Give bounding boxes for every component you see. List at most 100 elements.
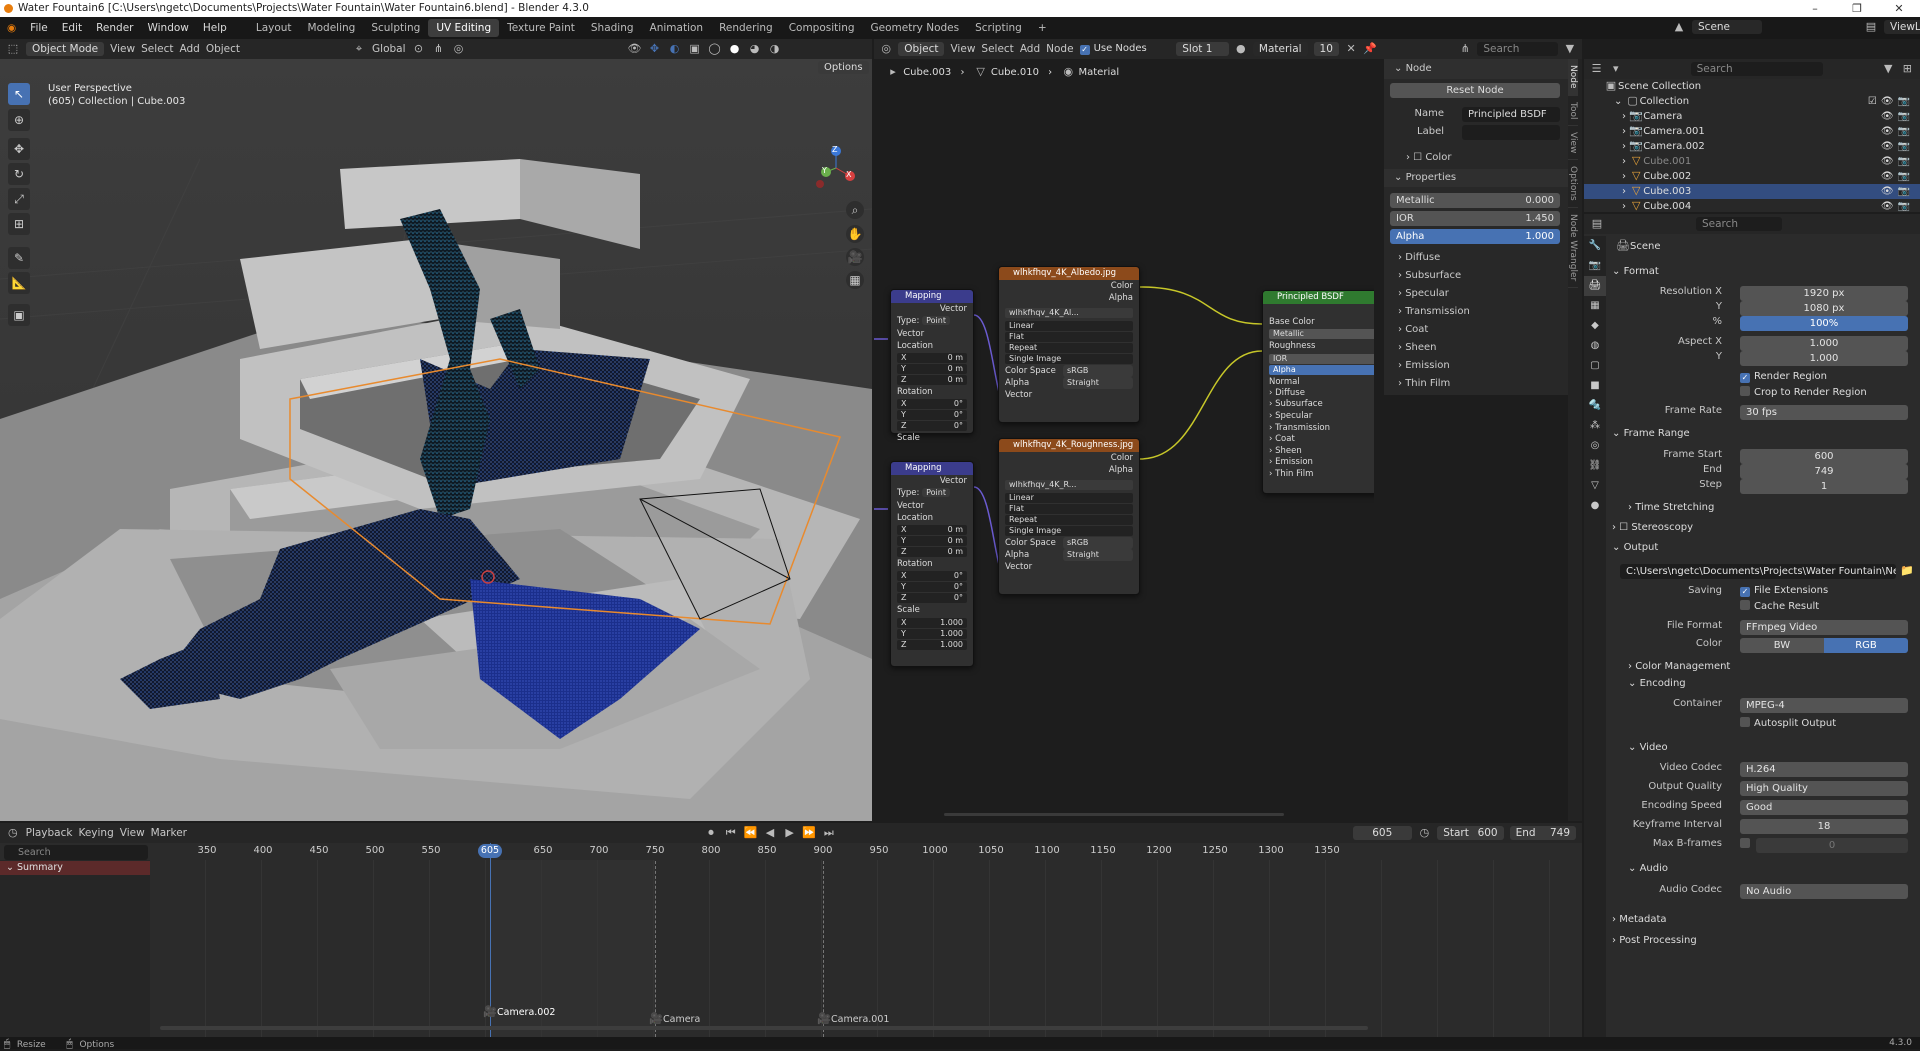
timeline-editor-icon[interactable]: ◷ <box>6 826 20 840</box>
color-management-panel[interactable]: › Color Management <box>1628 658 1730 676</box>
color-space-dropdown[interactable]: sRGB <box>1063 364 1133 377</box>
post-processing-panel[interactable]: › Post Processing <box>1612 932 1697 950</box>
frame-end-field[interactable]: 749 <box>1740 464 1908 479</box>
start-frame-field[interactable]: Start 600 <box>1437 826 1504 840</box>
menu-edit[interactable]: Edit <box>55 22 89 34</box>
mapping-type-dropdown[interactable]: Point <box>922 488 950 498</box>
cursor-tool-icon[interactable]: ⊕ <box>8 109 30 131</box>
zoom-icon[interactable]: ⌕ <box>846 201 864 219</box>
timeline-menu-playback[interactable]: Playback <box>26 827 73 839</box>
outliner-item[interactable]: › ▽ Cube.003 👁📷 <box>1584 184 1920 199</box>
mapping-scale-z[interactable]: Z 1.000 <box>897 639 967 650</box>
time-stretching-panel[interactable]: › Time Stretching <box>1628 499 1714 517</box>
mapping-loc-y[interactable]: Y0 m <box>897 536 967 547</box>
tab-options[interactable]: Options <box>1568 160 1578 209</box>
output-quality-dropdown[interactable]: High Quality <box>1740 781 1908 796</box>
extension-dropdown[interactable]: Repeat <box>1005 342 1133 353</box>
viewport-menu-add[interactable]: Add <box>179 43 199 55</box>
color-bw-button[interactable]: BW <box>1740 638 1824 653</box>
mapping-node-title[interactable]: Mapping <box>891 290 973 303</box>
add-workspace-button[interactable]: + <box>1030 19 1055 37</box>
mapping-loc-x[interactable]: X0 m <box>897 353 967 364</box>
scene-tab-icon[interactable]: ◆ <box>1584 316 1606 336</box>
menu-file[interactable]: File <box>23 22 55 34</box>
ior-field[interactable]: IOR 1.450 <box>1390 211 1560 226</box>
jump-end-icon[interactable]: ⏭ <box>822 826 836 840</box>
pin-icon[interactable]: 📌 <box>1363 42 1377 56</box>
marker-camera-001[interactable]: 🎥Camera.001 <box>817 1012 889 1026</box>
color-rgb-button[interactable]: RGB <box>1824 638 1908 653</box>
extension-dropdown[interactable]: Repeat <box>1005 514 1133 525</box>
frame-step-field[interactable]: 1 <box>1740 479 1908 494</box>
3d-viewport[interactable]: Z Y X ↖ ⊕ ✥ ↻ ⤢ ⊞ ✎ 📐 ▣ User Perspective… <box>0 59 872 821</box>
tab-sculpting[interactable]: Sculpting <box>363 19 428 37</box>
output-path-field[interactable]: C:\Users\ngetc\Documents\Projects\Water … <box>1620 564 1896 579</box>
pan-hand-icon[interactable]: ✋ <box>846 225 864 243</box>
outliner-item[interactable]: › ▽ Cube.001 👁📷 <box>1584 154 1920 169</box>
world-tab-icon[interactable]: ◍ <box>1584 336 1606 356</box>
file-extensions-checkbox[interactable]: ✓ File Extensions <box>1740 585 1828 597</box>
tab-compositing[interactable]: Compositing <box>781 19 863 37</box>
collection-visibility-icons[interactable]: ☑👁📷 <box>1868 94 1914 109</box>
resolution-y-field[interactable]: 1080 px <box>1740 301 1908 316</box>
outliner-search-input[interactable]: Search <box>1690 62 1823 76</box>
bsdf-metallic-field[interactable]: Metallic <box>1269 329 1374 340</box>
visibility-toggle-icon[interactable]: 👁📷 <box>1881 199 1914 212</box>
outliner-item[interactable]: › ▽ Cube.004 👁📷 <box>1584 199 1920 212</box>
rotate-tool-icon[interactable]: ↻ <box>8 163 30 185</box>
tab-view[interactable]: View <box>1568 126 1578 161</box>
timeline-editor[interactable]: ◷ Playback Keying View Marker ⏺ ⏮ ⏪ ◀ ▶ … <box>0 823 1582 1037</box>
slot-selector[interactable]: Slot 1 <box>1176 42 1229 56</box>
current-frame-field[interactable]: 605 <box>1352 826 1412 840</box>
aspect-x-field[interactable]: 1.000 <box>1740 336 1908 351</box>
bsdf-emission-panel[interactable]: › Emission <box>1263 457 1374 469</box>
modifier-tab-icon[interactable]: 🔩 <box>1584 396 1606 416</box>
node-label-field[interactable] <box>1462 125 1560 140</box>
bsdf-coat-panel[interactable]: › Coat <box>1263 434 1374 446</box>
node-editor-scrollbar[interactable] <box>944 813 1284 816</box>
tab-geometry-nodes[interactable]: Geometry Nodes <box>863 19 968 37</box>
end-frame-field[interactable]: End 749 <box>1509 826 1577 840</box>
alpha-mode-dropdown[interactable]: Straight <box>1063 548 1133 562</box>
timeline-menu-marker[interactable]: Marker <box>151 827 187 839</box>
timeline-menu-keying[interactable]: Keying <box>78 827 113 839</box>
mapping-loc-z[interactable]: Z0 m <box>897 375 967 386</box>
principled-bsdf-node[interactable]: Principled BSDF Base Color Metallic Roug… <box>1262 290 1374 494</box>
source-dropdown[interactable]: Single Image <box>1005 353 1133 364</box>
menu-window[interactable]: Window <box>140 22 195 34</box>
resolution-percent-field[interactable]: 100% <box>1740 316 1908 331</box>
viewport-options-button[interactable]: Options <box>818 61 869 74</box>
node-menu-view[interactable]: View <box>950 43 975 55</box>
format-panel-header[interactable]: ⌄ Format <box>1612 263 1659 281</box>
material-tab-icon[interactable]: ● <box>1584 496 1606 516</box>
alpha-mode-dropdown[interactable]: Straight <box>1063 376 1133 390</box>
camera-view-icon[interactable]: 🎥 <box>846 248 864 266</box>
tab-tool[interactable]: Tool <box>1568 96 1578 126</box>
orientation-selector[interactable]: Global <box>372 43 406 55</box>
wireframe-shading-icon[interactable]: ◯ <box>708 42 722 56</box>
bsdf-sheen-panel[interactable]: › Sheen <box>1263 446 1374 458</box>
video-panel-header[interactable]: ⌄ Video <box>1628 739 1668 757</box>
scene-selector[interactable]: Scene <box>1692 20 1762 34</box>
jump-start-icon[interactable]: ⏮ <box>724 826 738 840</box>
bsdf-subsurface-panel[interactable]: › Subsurface <box>1263 399 1374 411</box>
constraints-tab-icon[interactable]: ⛓ <box>1584 456 1606 476</box>
mapping-rot-y[interactable]: Y 0° <box>897 582 967 593</box>
filter-icon[interactable]: ▼ <box>1564 42 1576 56</box>
node-menu-select[interactable]: Select <box>981 43 1013 55</box>
jump-keyframe-back-icon[interactable]: ⏪ <box>743 826 757 840</box>
panel-thin-film[interactable]: › Thin Film <box>1388 375 1450 393</box>
node-color-panel[interactable]: › ☐ Color <box>1396 149 1451 167</box>
mapping-scale-x[interactable]: X 1.000 <box>897 617 967 628</box>
source-dropdown[interactable]: Single Image <box>1005 525 1133 536</box>
properties-search-input[interactable]: Search <box>1696 217 1782 231</box>
outliner-editor-icon[interactable]: ☰ <box>1590 62 1603 76</box>
outliner-item[interactable]: › ▽ Cube.002 👁📷 <box>1584 169 1920 184</box>
panel-coat[interactable]: › Coat <box>1388 321 1428 339</box>
node-panel-header[interactable]: ⌄ Node <box>1384 59 1568 79</box>
cache-result-checkbox[interactable]: Cache Result <box>1740 600 1819 612</box>
audio-codec-dropdown[interactable]: No Audio <box>1740 884 1908 899</box>
render-tab-icon[interactable]: 📷 <box>1584 256 1606 276</box>
viewport-menu-view[interactable]: View <box>110 43 135 55</box>
mapping-node-title[interactable]: Mapping <box>891 462 973 475</box>
